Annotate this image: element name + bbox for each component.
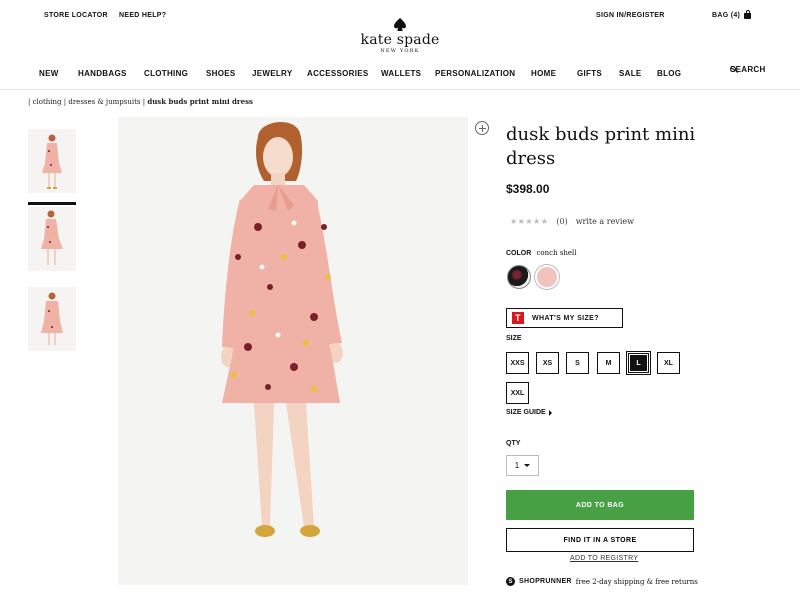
color-swatch-conch-shell[interactable]	[535, 265, 559, 289]
size-option-xxl[interactable]: XXL	[506, 382, 529, 404]
bag-link[interactable]: BAG (4)	[712, 9, 752, 19]
thumbnail-back-image	[41, 292, 63, 345]
review-count: (0)	[556, 217, 568, 226]
need-help-link[interactable]: NEED HELP?	[119, 12, 166, 19]
breadcrumb-item-dresses[interactable]: dresses & jumpsuits	[68, 98, 140, 106]
color-selected-name: conch shell	[536, 249, 577, 257]
thumbnail-side-image	[41, 210, 63, 265]
nav-item-wallets[interactable]: WALLETS	[381, 69, 421, 78]
thumbnail-selected-indicator	[28, 202, 76, 205]
breadcrumb-item-clothing[interactable]: clothing	[33, 98, 62, 106]
spade-icon	[394, 18, 406, 31]
product-thumbnail-1[interactable]	[28, 129, 76, 193]
quantity-select[interactable]: 1	[506, 455, 539, 476]
shoprunner-name: SHOPRUNNER	[519, 578, 572, 585]
nav-item-personalization[interactable]: PERSONALIZATION	[435, 69, 515, 78]
product-title: dusk buds print mini dress	[506, 124, 696, 169]
find-in-store-button[interactable]: FIND IT IN A STORE	[506, 528, 694, 552]
sign-in-link[interactable]: SIGN IN/REGISTER	[596, 12, 665, 19]
rating-stars-icon: ★★★★★	[510, 217, 549, 226]
color-label-title: COLOR	[506, 250, 532, 257]
quantity-label: QTY	[506, 440, 521, 447]
model-dress-illustration	[221, 121, 343, 537]
product-price: $398.00	[506, 182, 550, 196]
size-guide-link[interactable]: SIZE GUIDE	[506, 409, 552, 416]
size-option-xl[interactable]: XL	[657, 352, 680, 374]
add-to-registry-link[interactable]: ADD TO REGISTRY	[570, 555, 638, 562]
breadcrumb-current: dusk buds print mini dress	[147, 97, 253, 106]
store-locator-link[interactable]: STORE LOCATOR	[44, 12, 108, 19]
t-logo-icon: T	[512, 312, 524, 324]
color-swatch-black-print[interactable]	[507, 265, 531, 289]
size-option-m[interactable]: M	[597, 352, 620, 374]
product-thumbnail-2[interactable]	[28, 207, 76, 271]
header-divider	[0, 89, 800, 90]
whats-my-size-button[interactable]: T WHAT'S MY SIZE?	[506, 308, 623, 328]
whats-my-size-label: WHAT'S MY SIZE?	[532, 314, 599, 322]
color-label: COLOR conch shell	[506, 249, 577, 257]
main-nav: NEW HANDBAGS CLOTHING SHOES JEWELRY ACCE…	[0, 65, 800, 81]
brand-logo[interactable]: kate spade NEW YORK	[350, 18, 450, 54]
chevron-down-icon	[524, 464, 531, 467]
bag-label: BAG (4)	[712, 12, 741, 19]
nav-item-shoes[interactable]: SHOES	[206, 69, 236, 78]
zoom-in-icon[interactable]	[475, 121, 489, 135]
size-option-xs[interactable]: XS	[536, 352, 559, 374]
nav-item-handbags[interactable]: HANDBAGS	[78, 69, 127, 78]
nav-item-sale[interactable]: SALE	[619, 69, 642, 78]
size-label: SIZE	[506, 335, 522, 342]
shoprunner-banner[interactable]: S SHOPRUNNER free 2-day shipping & free …	[506, 577, 698, 586]
quantity-value: 1	[514, 461, 520, 470]
product-rating: ★★★★★ (0) write a review	[510, 217, 634, 226]
nav-item-home[interactable]: HOME	[531, 69, 556, 78]
search-icon	[730, 66, 736, 72]
logo-name: kate spade	[360, 32, 440, 48]
logo-subtitle: NEW YORK	[380, 48, 420, 54]
shoprunner-logo-icon: S	[506, 577, 515, 586]
nav-item-blog[interactable]: BLOG	[657, 69, 681, 78]
shopping-bag-icon	[744, 9, 752, 19]
nav-item-new[interactable]: NEW	[39, 69, 59, 78]
product-main-image[interactable]	[118, 117, 468, 585]
breadcrumb: | clothing | dresses & jumpsuits | dusk …	[28, 97, 253, 106]
size-option-l[interactable]: L	[626, 351, 651, 375]
write-review-link[interactable]: write a review	[576, 217, 634, 226]
nav-item-clothing[interactable]: CLOTHING	[144, 69, 188, 78]
add-to-bag-button[interactable]: ADD TO BAG	[506, 490, 694, 520]
chevron-right-icon	[548, 409, 552, 416]
nav-item-accessories[interactable]: ACCESSORIES	[307, 69, 369, 78]
nav-item-gifts[interactable]: GIFTS	[577, 69, 602, 78]
size-guide-label: SIZE GUIDE	[506, 409, 546, 416]
size-option-s[interactable]: S	[566, 352, 589, 374]
size-option-xxs[interactable]: XXS	[506, 352, 529, 374]
thumbnail-front-image	[42, 134, 62, 189]
shoprunner-text: free 2-day shipping & free returns	[575, 577, 698, 586]
nav-item-jewelry[interactable]: JEWELRY	[252, 69, 292, 78]
product-thumbnail-3[interactable]	[28, 287, 76, 351]
